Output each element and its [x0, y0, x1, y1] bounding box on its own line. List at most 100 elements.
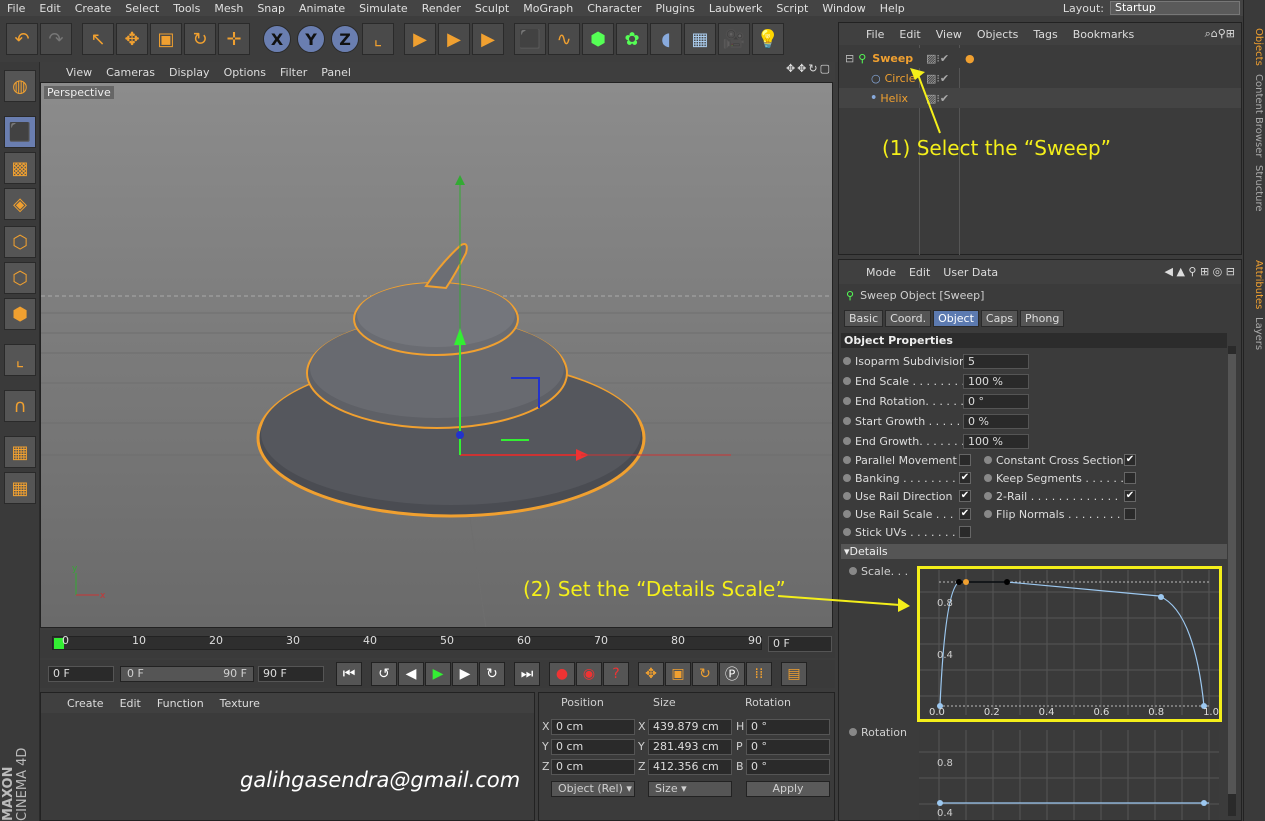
viewport-nav-icons[interactable]: ✥✥↻▢ — [786, 62, 832, 75]
rot-h-field[interactable]: 0 ° — [746, 719, 830, 735]
obj-menu-tags[interactable]: Tags — [1033, 28, 1057, 41]
menu-window[interactable]: Window — [815, 2, 872, 15]
tab-caps[interactable]: Caps — [980, 310, 1019, 327]
deformer-icon[interactable]: ◖ — [650, 23, 682, 55]
apply-button[interactable]: Apply — [746, 781, 830, 797]
sweep-object[interactable] — [256, 243, 646, 518]
go-to-start-icon[interactable]: ⏮ — [336, 662, 362, 686]
coordinate-system-icon[interactable]: ⌞ — [362, 23, 394, 55]
cube-primitive-icon[interactable]: ⬛ — [514, 23, 546, 55]
frame-range-slider[interactable]: 0 F 90 F — [120, 666, 254, 682]
pos-y-field[interactable]: 0 cm — [551, 739, 635, 755]
obj-menu-view[interactable]: View — [936, 28, 962, 41]
circle-visibility-icon[interactable]: ▨⁝✔ — [926, 72, 949, 85]
tab-basic[interactable]: Basic — [844, 310, 884, 327]
key-rotation-icon[interactable]: ↻ — [692, 662, 718, 686]
object-row-helix[interactable]: ꔷ Helix ▨⁝✔ — [839, 88, 1241, 108]
prop-end-growth[interactable]: End Growth. . . . . . . 100 % — [843, 432, 1029, 450]
tab-coord[interactable]: Coord. — [885, 310, 932, 327]
workplane-mode-icon[interactable]: ◈ — [4, 188, 36, 220]
key-parameter-icon[interactable]: Ⓟ — [719, 662, 745, 686]
check-banking[interactable]: Banking . . . . . . . . ✔ — [843, 469, 971, 487]
scale-tool-icon[interactable]: ▣ — [150, 23, 182, 55]
render-view-icon[interactable]: ▶ — [404, 23, 436, 55]
size-x-field[interactable]: 439.879 cm — [648, 719, 732, 735]
details-header[interactable]: ▾Details — [841, 544, 1227, 559]
attr-nav-icons[interactable]: ◀ ▲ ⚲ ⊞ ◎ ⊟ — [1165, 265, 1236, 278]
prop-start-growth[interactable]: Start Growth . . . . . .0 % — [843, 412, 1029, 430]
menu-select[interactable]: Select — [118, 2, 166, 15]
timeline[interactable]: 0 10 20 30 40 50 60 70 80 90 0 F — [40, 630, 835, 658]
polygons-mode-icon[interactable]: ⬢ — [4, 298, 36, 330]
check-keep-segments[interactable]: Keep Segments . . . . . . . — [984, 469, 1136, 487]
redo-button[interactable]: ↷ — [40, 23, 72, 55]
menu-tools[interactable]: Tools — [166, 2, 207, 15]
key-position-icon[interactable]: ✥ — [638, 662, 664, 686]
workplane-rotate-icon[interactable]: ▦ — [4, 472, 36, 504]
current-frame-field[interactable]: 0 F — [768, 636, 832, 652]
check-use-rail-scale[interactable]: Use Rail Scale . . . ✔ — [843, 505, 971, 523]
attr-menu-edit[interactable]: Edit — [909, 266, 930, 279]
obj-menu-edit[interactable]: Edit — [899, 28, 920, 41]
check-parallel-movement[interactable]: Parallel Movement — [843, 451, 971, 469]
pos-z-field[interactable]: 0 cm — [551, 759, 635, 775]
live-select-icon[interactable]: ↖ — [82, 23, 114, 55]
check-stick-uvs[interactable]: Stick UVs . . . . . . . — [843, 523, 971, 541]
check-use-rail-direction[interactable]: Use Rail Direction ✔ — [843, 487, 971, 505]
z-axis-lock-icon[interactable]: Z — [331, 25, 359, 53]
check-box[interactable]: ✔ — [1124, 454, 1136, 466]
film-icon[interactable]: ▤ — [781, 662, 807, 686]
menu-help[interactable]: Help — [873, 2, 912, 15]
tab-layers[interactable]: Layers — [1244, 313, 1264, 354]
viewport[interactable]: Perspective y x — [40, 82, 833, 628]
tab-structure[interactable]: Structure — [1244, 161, 1264, 216]
prop-isoparm[interactable]: Isoparm Subdivision 5 — [843, 352, 1029, 370]
workplane-lock-icon[interactable]: ▦ — [4, 436, 36, 468]
check-box[interactable]: ✔ — [959, 490, 971, 502]
make-editable-icon[interactable]: ◍ — [4, 70, 36, 102]
sweep-visibility-icon[interactable]: ▨⁝✔ — [926, 52, 949, 65]
check-box[interactable] — [1124, 508, 1136, 520]
model-mode-icon[interactable]: ⬛ — [4, 116, 36, 148]
menu-animate[interactable]: Animate — [292, 2, 352, 15]
previous-key-icon[interactable]: ↺ — [371, 662, 397, 686]
object-name-sweep[interactable]: Sweep — [872, 52, 913, 65]
mat-menu-create[interactable]: Create — [67, 697, 104, 710]
obj-menu-file[interactable]: File — [866, 28, 884, 41]
check-box[interactable]: ✔ — [959, 472, 971, 484]
menu-edit[interactable]: Edit — [32, 2, 67, 15]
menu-laubwerk[interactable]: Laubwerk — [702, 2, 769, 15]
key-scale-icon[interactable]: ▣ — [665, 662, 691, 686]
menu-render[interactable]: Render — [415, 2, 468, 15]
check-box[interactable] — [959, 526, 971, 538]
mat-menu-function[interactable]: Function — [157, 697, 204, 710]
rotate-tool-icon[interactable]: ↻ — [184, 23, 216, 55]
y-axis-lock-icon[interactable]: Y — [297, 25, 325, 53]
menu-file[interactable]: File — [0, 2, 32, 15]
tab-phong[interactable]: Phong — [1020, 310, 1065, 327]
play-icon[interactable]: ▶ — [425, 662, 451, 686]
end-rotation-field[interactable]: 0 ° — [963, 393, 1029, 409]
mat-menu-edit[interactable]: Edit — [120, 697, 141, 710]
check-box[interactable] — [959, 454, 971, 466]
size-mode-dropdown[interactable]: Size ▾ — [648, 781, 732, 797]
object-row-sweep[interactable]: ⊟ ⚲ Sweep ▨⁝✔ ● — [839, 48, 1241, 68]
x-axis-lock-icon[interactable]: X — [263, 25, 291, 53]
check-2-rail[interactable]: 2-Rail . . . . . . . . . . . . . ✔ — [984, 487, 1136, 505]
vp-menu-display[interactable]: Display — [169, 66, 210, 79]
next-frame-icon[interactable]: ▶ — [452, 662, 478, 686]
vp-menu-filter[interactable]: Filter — [280, 66, 307, 79]
check-box[interactable] — [1124, 472, 1136, 484]
size-z-field[interactable]: 412.356 cm — [648, 759, 732, 775]
autokey-icon[interactable]: ◉ — [576, 662, 602, 686]
go-to-end-icon[interactable]: ⏭ — [514, 662, 540, 686]
prop-end-rotation[interactable]: End Rotation. . . . . .0 ° — [843, 392, 1029, 410]
tab-attributes[interactable]: Attributes — [1244, 256, 1264, 313]
object-name-helix[interactable]: Helix — [880, 92, 908, 105]
prop-end-scale[interactable]: End Scale . . . . . . . . . 100 % — [843, 372, 1029, 390]
end-growth-field[interactable]: 100 % — [963, 433, 1029, 449]
tab-objects[interactable]: Objects — [1244, 24, 1264, 70]
pos-x-field[interactable]: 0 cm — [551, 719, 635, 735]
key-pla-icon[interactable]: ⁞⁞ — [746, 662, 772, 686]
light-icon[interactable]: 💡 — [752, 23, 784, 55]
